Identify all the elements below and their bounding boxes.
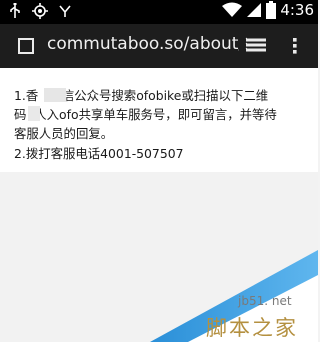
status-left-icons xyxy=(8,3,72,19)
browser-address-bar: commutaboo.so/about/he xyxy=(0,24,318,68)
page-background xyxy=(0,172,318,342)
clock: 4:36 xyxy=(280,1,314,19)
overflow-menu-icon[interactable] xyxy=(292,37,298,55)
wifi-icon xyxy=(222,2,243,17)
usb-icon xyxy=(10,3,20,18)
books-icon[interactable] xyxy=(245,36,267,54)
obscured-text xyxy=(44,88,66,102)
tab-square-icon[interactable] xyxy=(18,38,34,54)
signal-icon xyxy=(247,3,262,17)
help-content: 1.香 信公众号搜索ofobike或扫描以下二维 码 人入ofo共享单车服务号，… xyxy=(0,68,318,172)
battery-icon xyxy=(266,1,277,19)
status-bar: 4:36 xyxy=(0,0,318,24)
status-right-icons: 4:36 xyxy=(222,1,314,19)
url-field[interactable]: commutaboo.so/about/he xyxy=(47,34,239,54)
gps-icon xyxy=(32,3,48,19)
notification-icon xyxy=(59,5,71,17)
obscured-text xyxy=(28,106,40,121)
